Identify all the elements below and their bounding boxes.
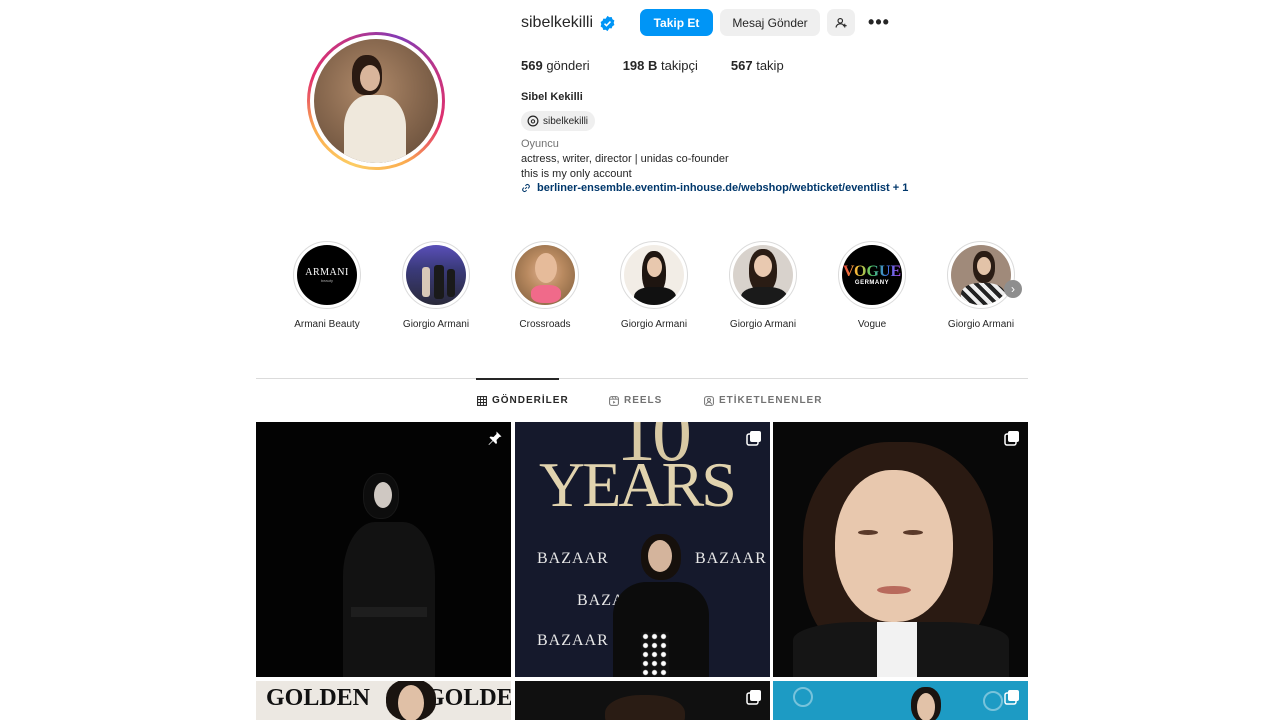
bazaar-text: BAZAAR — [537, 632, 609, 649]
carousel-icon — [746, 690, 761, 705]
highlight-label: Giorgio Armani — [947, 319, 1015, 330]
tab-tagged[interactable]: ETİKETLENENLER — [704, 395, 822, 406]
highlight-label: Giorgio Armani — [620, 319, 688, 330]
highlight-item[interactable]: Giorgio Armani — [723, 241, 803, 330]
posts-label: gönderi — [546, 58, 590, 73]
tagged-icon — [704, 395, 714, 406]
active-tab-indicator — [476, 378, 559, 380]
followers-count: 198 B — [622, 58, 658, 73]
username-row: sibelkekilli — [521, 9, 616, 37]
chevron-right-icon: › — [1011, 282, 1015, 296]
bazaar-text: BAZAAR — [537, 550, 609, 567]
posts-stat: 569 gönderi — [521, 58, 590, 73]
vogue-logo-text: VOGUE — [842, 263, 902, 280]
pin-icon — [488, 431, 502, 445]
carousel-icon — [1004, 431, 1019, 446]
profile-category: Oyuncu — [521, 138, 559, 150]
highlight-label: Giorgio Armani — [729, 319, 797, 330]
tab-reels-label: REELS — [624, 395, 663, 406]
suggested-users-button[interactable] — [827, 9, 855, 36]
following-label: takip — [756, 58, 784, 73]
post-thumbnail[interactable] — [773, 681, 1028, 720]
profile-username: sibelkekilli — [521, 14, 594, 31]
threads-badge[interactable]: sibelkekilli — [521, 111, 596, 131]
carousel-icon — [746, 431, 761, 446]
follow-button[interactable]: Takip Et — [640, 9, 713, 36]
followers-label: takipçi — [661, 58, 698, 73]
carousel-icon — [1004, 690, 1019, 705]
golden-text: GOLDEN — [266, 685, 371, 711]
post-thumbnail[interactable]: 10 YEARS BAZAAR BAZAAR BAZAAR BAZAAR — [515, 422, 770, 677]
post-thumbnail[interactable]: GOLDEN GOLDEN — [256, 681, 511, 720]
message-button[interactable]: Mesaj Gönder — [720, 9, 820, 36]
tab-posts[interactable]: GÖNDERİLER — [477, 395, 569, 406]
highlight-item[interactable]: Crossroads — [505, 241, 585, 330]
golden-text: GOLDEN — [426, 685, 511, 711]
add-user-icon — [835, 17, 847, 28]
tab-posts-label: GÖNDERİLER — [492, 395, 569, 406]
profile-link-text: berliner-ensemble.eventim-inhouse.de/web… — [537, 182, 909, 194]
profile-stats: 569 gönderi 198 B takipçi 567 takip — [521, 58, 817, 73]
highlight-label: Crossroads — [519, 319, 571, 330]
years-text: YEARS — [539, 449, 737, 520]
verified-badge-icon — [600, 15, 615, 31]
tab-reels[interactable]: REELS — [609, 395, 662, 406]
highlight-label: Armani Beauty — [294, 319, 360, 330]
post-thumbnail[interactable] — [515, 681, 770, 720]
highlights-next-button[interactable]: › — [1004, 280, 1022, 298]
highlight-item[interactable]: Giorgio Armani — [614, 241, 694, 330]
vogue-logo-sub: GERMANY — [854, 280, 890, 286]
tabs-divider — [256, 378, 1028, 379]
following-count: 567 — [730, 58, 753, 73]
bio-line: actress, writer, director | unidas co-fo… — [521, 153, 729, 165]
bio-line: this is my only account — [521, 168, 632, 180]
threads-handle: sibelkekilli — [543, 115, 589, 127]
post-thumbnail[interactable] — [256, 422, 511, 677]
bazaar-text: BAZAAR — [695, 550, 767, 567]
reels-icon — [609, 395, 619, 406]
post-thumbnail[interactable] — [773, 422, 1028, 677]
followers-stat[interactable]: 198 B takipçi — [623, 58, 698, 73]
armani-logo-sub: beauty — [320, 278, 333, 283]
tab-tagged-label: ETİKETLENENLER — [719, 395, 823, 406]
profile-link[interactable]: berliner-ensemble.eventim-inhouse.de/web… — [521, 182, 908, 194]
highlight-item[interactable]: ARMANI beauty Armani Beauty — [287, 241, 367, 330]
grid-icon — [477, 395, 487, 406]
highlight-label: Vogue — [857, 319, 887, 330]
posts-count: 569 — [521, 58, 543, 73]
armani-logo-text: ARMANI — [305, 267, 349, 278]
following-stat[interactable]: 567 takip — [731, 58, 784, 73]
highlight-item[interactable]: Giorgio Armani — [396, 241, 476, 330]
highlight-label: Giorgio Armani — [402, 319, 470, 330]
profile-avatar[interactable] — [307, 32, 445, 170]
highlight-item[interactable]: VOGUE GERMANY Vogue — [832, 241, 912, 330]
more-options-button[interactable]: ••• — [866, 9, 892, 36]
link-icon — [522, 184, 530, 192]
profile-full-name: Sibel Kekilli — [521, 91, 583, 103]
threads-icon — [527, 115, 539, 127]
